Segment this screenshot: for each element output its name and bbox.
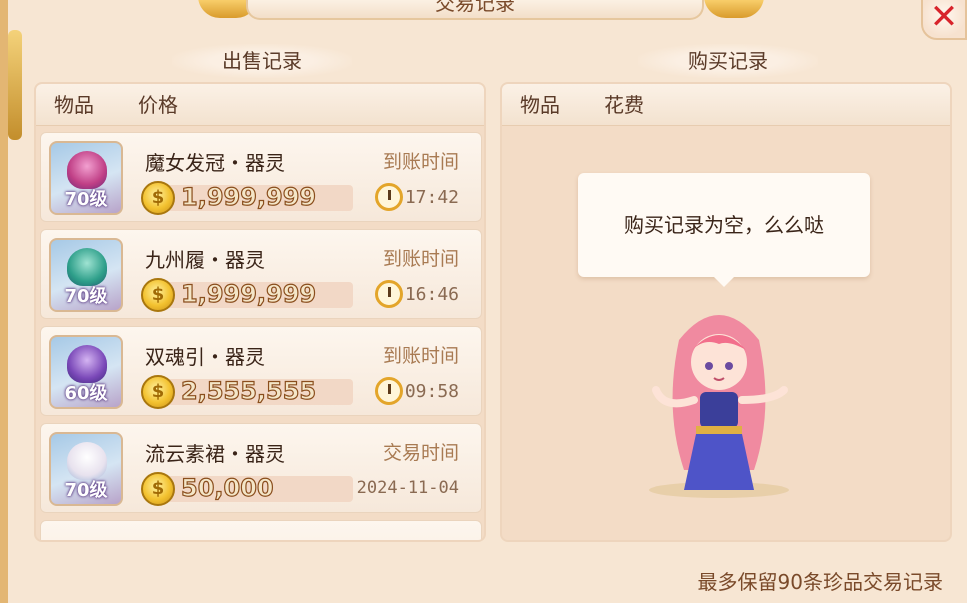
sell-row[interactable]: 70级 流云素裙・器灵 $ 50,000 交易时间 2024-11-04: [40, 423, 482, 513]
header-price: 价格: [138, 93, 178, 117]
coin-icon: $: [141, 472, 175, 506]
header-item: 物品: [520, 93, 560, 117]
item-icon[interactable]: 70级: [49, 141, 123, 215]
time-label: 交易时间: [382, 442, 459, 464]
close-icon[interactable]: ✕: [930, 0, 959, 34]
time-value: 2024-11-04: [356, 478, 459, 498]
item-price: 2,555,555: [180, 376, 317, 405]
time-value: 17:42: [404, 187, 459, 208]
boot-icon: [67, 248, 107, 286]
trade-records-window: 交易记录 ✕ 出售记录 物品 价格 70级 魔女发冠・器灵 $ 1,999,99…: [0, 0, 967, 603]
item-icon[interactable]: 70级: [49, 238, 123, 312]
item-name: 双魂引・器灵: [145, 345, 265, 369]
item-price: 1,999,999: [180, 279, 317, 308]
header-cost: 花费: [604, 93, 644, 117]
close-button[interactable]: ✕: [921, 0, 967, 40]
coin-icon: $: [141, 181, 175, 215]
item-name: 魔女发冠・器灵: [145, 151, 285, 175]
clock-icon: [375, 183, 403, 211]
clock-icon: [375, 280, 403, 308]
time-label: 到账时间: [382, 345, 459, 367]
skirt-icon: [67, 442, 107, 480]
item-price: 50,000: [180, 473, 274, 502]
time-label: 到账时间: [382, 248, 459, 270]
item-name: 九州履・器灵: [145, 248, 265, 272]
item-level: 70级: [64, 480, 108, 501]
footer-note: 最多保留90条珍品交易记录: [697, 570, 943, 594]
item-name: 流云素裙・器灵: [145, 442, 285, 466]
window-title: 交易记录: [246, 0, 704, 20]
item-level: 70级: [64, 189, 108, 210]
time-label: 到账时间: [382, 151, 459, 173]
title-wing-right: [704, 0, 764, 18]
tassel-decoration: [8, 30, 22, 140]
sell-row[interactable]: 70级 魔女发冠・器灵 $ 1,999,999 到账时间 17:42: [40, 132, 482, 222]
empty-message-bubble: 购买记录为空，么么哒: [578, 173, 870, 287]
sell-records-panel[interactable]: 物品 价格 70级 魔女发冠・器灵 $ 1,999,999 到账时间 17:42…: [34, 82, 486, 542]
clock-icon: [375, 377, 403, 405]
buy-section-title: 购买记录: [638, 44, 818, 78]
sell-section-title: 出售记录: [172, 44, 352, 78]
mascot-girl-icon: [649, 315, 789, 498]
item-level: 60级: [64, 383, 108, 404]
sell-row[interactable]: 60级 双魂引・器灵 $ 2,555,555 到账时间 09:58: [40, 326, 482, 416]
header-item: 物品: [54, 93, 94, 117]
sell-row[interactable]: 70级 九州履・器灵 $ 1,999,999 到账时间 16:46: [40, 229, 482, 319]
sell-table-header: 物品 价格: [36, 84, 484, 126]
sell-row-partial[interactable]: [40, 520, 482, 540]
item-icon[interactable]: 70级: [49, 432, 123, 506]
crown-icon: [67, 151, 107, 189]
coin-icon: $: [141, 375, 175, 409]
bell-icon: [67, 345, 107, 383]
buy-table-header: 物品 花费: [502, 84, 950, 126]
coin-icon: $: [141, 278, 175, 312]
item-price: 1,999,999: [180, 182, 317, 211]
item-level: 70级: [64, 286, 108, 307]
time-value: 16:46: [404, 284, 459, 305]
time-value: 09:58: [404, 381, 459, 402]
item-icon[interactable]: 60级: [49, 335, 123, 409]
